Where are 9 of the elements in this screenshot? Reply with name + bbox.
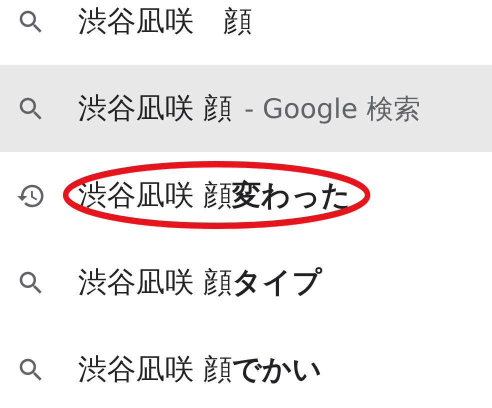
suggestion-item[interactable]: 渋谷凪咲 顔: [0, 0, 492, 65]
suggestion-text: 渋谷凪咲 顔でかい: [78, 352, 322, 386]
source-label: - Google 検索: [244, 92, 420, 126]
suggestion-item[interactable]: 渋谷凪咲 顔 - Google 検索: [0, 65, 492, 152]
suggestion-item[interactable]: 渋谷凪咲 顔でかい: [0, 326, 492, 408]
suggestion-item[interactable]: 渋谷凪咲 顔タイプ: [0, 239, 492, 326]
suggestion-text: 渋谷凪咲 顔: [78, 90, 232, 124]
suggestion-text: 渋谷凪咲 顔: [78, 4, 252, 38]
suggestion-text: 渋谷凪咲 顔タイプ: [78, 264, 322, 298]
